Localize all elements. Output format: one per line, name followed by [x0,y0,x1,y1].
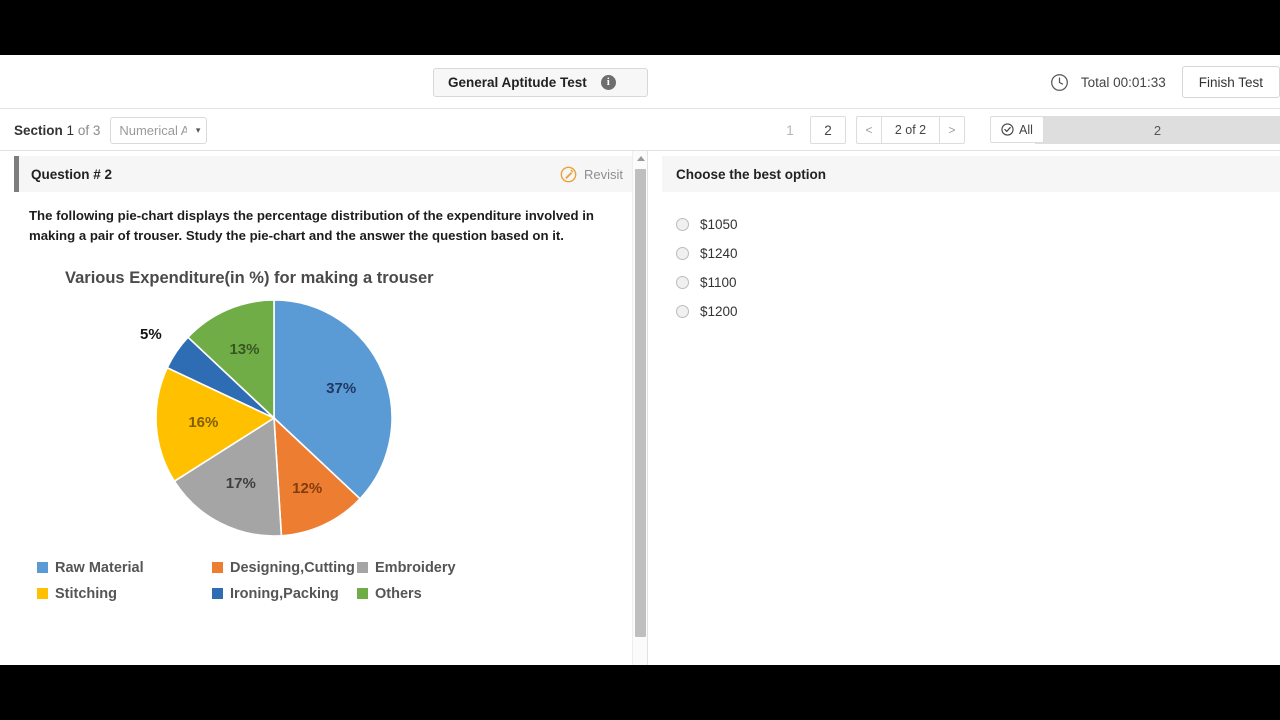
page-of-label: 2 of 2 [882,116,939,144]
question-pane-scrollbar[interactable] [632,151,647,665]
answer-option-label: $1200 [700,304,738,319]
section-indicator: Section 1 of 3 Numerical A ▾ [14,109,207,151]
answer-options-list: $1050 $1240 $1100 $1200 [648,210,1280,326]
filter-all-label: All [1019,123,1033,137]
page-number-2[interactable]: 2 [810,116,846,144]
check-circle-icon [1001,123,1014,136]
answer-option-label: $1240 [700,246,738,261]
prev-page-button[interactable]: < [856,116,882,144]
legend-swatch [357,588,368,599]
answer-option-label: $1100 [700,275,737,290]
legend-swatch [212,588,223,599]
question-number-title: Question # 2 [31,167,112,182]
legend-swatch [212,562,223,573]
pie-chart-area: 37% 12% 17% 16% 5% 13% [29,298,499,548]
scroll-up-arrow-icon[interactable] [633,151,648,166]
legend-label: Stitching [55,586,117,602]
question-text: The following pie-chart displays the per… [29,206,615,247]
pie-chart-figure: Various Expenditure(in %) for making a t… [0,269,647,602]
legend-swatch [37,588,48,599]
legend-label: Embroidery [375,560,456,576]
answer-pane: Choose the best option $1050$1240$1100$1… [648,151,1280,665]
section-label: Section 1 of 3 [14,123,100,138]
timer-area: Total 00:01:33 Finish Test [1050,66,1280,98]
chart-title: Various Expenditure(in %) for making a t… [65,269,647,288]
finish-test-button[interactable]: Finish Test [1182,66,1280,98]
pie-slice-label: 5% [140,326,162,343]
info-icon[interactable]: i [601,75,616,90]
page-stepper-group: < 2 of 2 > [856,116,965,144]
pie-slice-label: 12% [292,480,322,497]
legend-label: Ironing,Packing [230,586,339,602]
scrollbar-thumb[interactable] [635,169,646,637]
answer-option-radio[interactable] [676,247,689,260]
pie-slice-label: 13% [229,341,259,358]
page-number-1[interactable]: 1 [770,123,810,138]
test-title-box[interactable]: General Aptitude Test i [433,68,648,97]
section-bar: Section 1 of 3 Numerical A ▾ 1 2 < 2 of … [0,109,1280,151]
answer-header: Choose the best option [662,156,1280,192]
legend-item: Stitching [37,586,212,602]
answer-option-radio[interactable] [676,305,689,318]
legend-item: Embroidery [357,560,507,576]
test-title: General Aptitude Test [448,75,587,90]
section-word: Section [14,123,63,138]
clock-icon [1050,73,1069,92]
question-palette-strip[interactable]: 2 [1035,116,1280,144]
legend-label: Raw Material [55,560,144,576]
revisit-button[interactable]: Revisit [560,166,623,183]
answer-option-row[interactable]: $1050 [676,210,1280,239]
question-header: Question # 2 Revisit [14,156,637,192]
next-page-button[interactable]: > [939,116,965,144]
legend-item: Ironing,Packing [212,586,357,602]
answer-option-row[interactable]: $1240 [676,239,1280,268]
filter-all-button[interactable]: All [990,116,1044,143]
answer-option-row[interactable]: $1200 [676,297,1280,326]
body-area: Question # 2 Revisit The following pie-c… [0,151,1280,665]
section-total: 3 [93,123,101,138]
top-bar: General Aptitude Test i Total 00:01:33 F… [0,55,1280,109]
answer-option-row[interactable]: $1100 [676,268,1280,297]
legend-label: Designing,Cutting [230,560,355,576]
chart-legend: Raw Material Designing,Cutting Embroidery S… [37,560,507,602]
answer-option-radio[interactable] [676,276,689,289]
pie-slice-label: 16% [188,414,218,431]
legend-swatch [357,562,368,573]
letterbox-top [0,0,1280,55]
pagination-controls: 1 2 < 2 of 2 > [770,109,965,151]
legend-item: Others [357,586,507,602]
legend-label: Others [375,586,422,602]
section-of: of [78,123,89,138]
revisit-label: Revisit [584,167,623,182]
legend-item: Designing,Cutting [212,560,357,576]
question-pane: Question # 2 Revisit The following pie-c… [0,151,648,665]
answer-option-radio[interactable] [676,218,689,231]
test-application: General Aptitude Test i Total 00:01:33 F… [0,55,1280,665]
timer-text: Total 00:01:33 [1081,75,1166,90]
letterbox-bottom [0,665,1280,720]
answer-option-label: $1050 [700,217,738,232]
answer-header-label: Choose the best option [676,167,826,182]
pencil-edit-icon [560,166,577,183]
section-select-value: Numerical A [119,123,187,138]
section-current: 1 [67,123,75,138]
legend-item: Raw Material [37,560,212,576]
pie-slice-label: 17% [226,475,256,492]
section-select-dropdown[interactable]: Numerical A ▾ [110,117,207,144]
pie-slice-label: 37% [326,380,356,397]
screen-root: General Aptitude Test i Total 00:01:33 F… [0,0,1280,720]
legend-swatch [37,562,48,573]
chevron-down-icon: ▾ [196,125,201,136]
